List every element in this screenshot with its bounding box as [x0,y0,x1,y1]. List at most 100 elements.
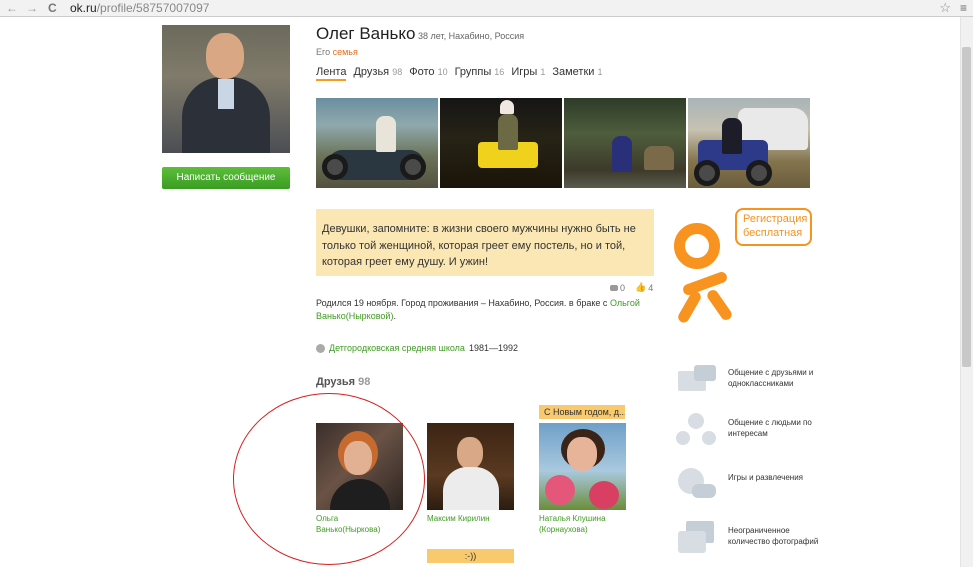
tab-count: 10 [437,67,448,77]
feature-text: Игры и развлечения [728,473,804,482]
reload-icon[interactable]: C [48,1,57,15]
tab-label: Фото [409,66,435,78]
bio-line: Родился 19 ноября. Город проживания – На… [316,298,610,308]
tab-notes[interactable]: Заметки 1 [552,66,602,81]
address-bar[interactable]: ok.ru/profile/58757007097 [70,1,209,15]
tab-count: 16 [494,67,505,77]
family-link[interactable]: семья [333,47,358,57]
profile-name: Олег Ванько [316,24,416,43]
chat-bubble-shape [694,365,716,381]
person-shape [676,431,690,445]
register-button[interactable]: Регистрация бесплатная [735,208,812,246]
tab-games[interactable]: Игры 1 [511,66,545,81]
photo-thumbnail[interactable] [316,98,438,188]
person-shape [612,136,632,172]
photos-icon [676,521,716,553]
status-stats: 0 👍 4 [610,282,653,293]
photo-thumbnail[interactable] [688,98,810,188]
ok-logo-leg [705,287,734,323]
friend-status-bubble[interactable]: С Новым годом, д... [539,405,625,419]
feature-item: Общение с друзьями и одноклассниками [676,363,826,395]
friends-heading[interactable]: Друзья 98 [316,376,370,388]
comments-count: 0 [620,282,626,293]
friends-count: 98 [358,376,371,388]
school-years: 1981—1992 [468,343,518,353]
likes-counter[interactable]: 👍 4 [635,282,653,293]
person-shape [702,431,716,445]
comments-counter[interactable]: 0 [610,282,625,293]
avatar-head [206,33,244,79]
tab-label: Друзья [353,66,390,78]
friend-photo[interactable] [539,423,626,510]
ok-logo-ring [674,223,720,269]
friend-card[interactable]: Наталья Клушина (Корнаухова) [539,423,627,535]
people-interests-icon [676,413,716,445]
ok-logo-icon [672,218,742,333]
url-host: ok.ru [70,1,97,15]
tab-groups[interactable]: Группы 16 [455,66,505,81]
wheel-shape [694,160,720,186]
wheel-shape [400,154,426,180]
shirt-shape [443,467,499,510]
face-shape [457,437,483,469]
annotation-circle [233,393,425,565]
feature-item: Игры и развлечения [676,468,826,500]
face-shape [567,437,597,471]
bookmark-star-icon[interactable]: ☆ [939,0,951,16]
tab-count: 1 [597,67,603,77]
friend-photo[interactable] [427,423,514,510]
games-icon [676,468,716,500]
friend-name[interactable]: Наталья Клушина (Корнаухова) [539,513,627,535]
wheel-shape [322,154,348,180]
wheel-shape [746,160,772,186]
star-circle-shape [688,413,704,429]
school-link[interactable]: Детгородковская средняя школа [329,343,465,353]
photo-strip [316,98,810,188]
feature-item: Общение с людьми по интересам [676,413,826,445]
feature-text: Общение с людьми по интересам [728,418,812,438]
browser-menu-icon[interactable]: ≡ [960,1,967,15]
browser-toolbar: ← → C ok.ru/profile/58757007097 ☆ ≡ [0,0,973,17]
friend-card[interactable]: Максим Кирилин [427,423,515,524]
object-shape [644,146,674,170]
feature-text: Общение с друзьями и одноклассниками [728,368,814,388]
tab-label: Заметки [552,66,595,78]
url-path: /profile/58757007097 [96,1,210,15]
person-shape [498,114,518,150]
scrollbar-thumb[interactable] [962,47,971,367]
bunny-ears-shape [500,100,514,114]
send-message-button[interactable]: Написать сообщение [162,167,290,189]
flowers-shape [589,481,619,509]
avatar-shirt [218,79,234,109]
tab-label: Лента [316,66,347,78]
forward-icon[interactable]: → [26,1,38,15]
tab-count: 98 [392,67,403,77]
profile-avatar[interactable] [162,25,290,153]
profile-meta: 38 лет, Нахабино, Россия [418,31,525,41]
back-icon[interactable]: ← [6,1,18,15]
photo-thumbnail[interactable] [564,98,686,188]
friend-name[interactable]: Максим Кирилин [427,513,515,524]
ok-logo-leg [676,289,703,325]
tab-feed[interactable]: Лента [316,66,347,81]
friend-status-bubble[interactable]: :-)) [427,549,514,563]
friends-title-label: Друзья [316,376,356,388]
comment-icon [610,284,618,291]
tab-label: Группы [454,66,492,78]
flowers-shape [545,475,575,505]
photo-thumbnail[interactable] [440,98,562,188]
tab-label: Игры [511,66,538,78]
tab-photos[interactable]: Фото 10 [409,66,447,81]
bio-text: Родился 19 ноября. Город проживания – На… [316,297,646,323]
page-scrollbar[interactable] [960,17,973,567]
family-line: Его семья [316,47,358,57]
ok-logo-arm [681,270,729,297]
tab-count: 1 [540,67,546,77]
tab-friends[interactable]: Друзья 98 [353,66,402,81]
gamepad-shape [692,484,716,498]
camera-shape [678,531,706,553]
messages-icon [676,363,716,395]
person-shape [722,118,742,154]
profile-tabs: Лента Друзья 98 Фото 10 Группы 16 Игры 1… [316,66,603,81]
feature-text: Неограниченное количество фотографий [728,526,819,546]
